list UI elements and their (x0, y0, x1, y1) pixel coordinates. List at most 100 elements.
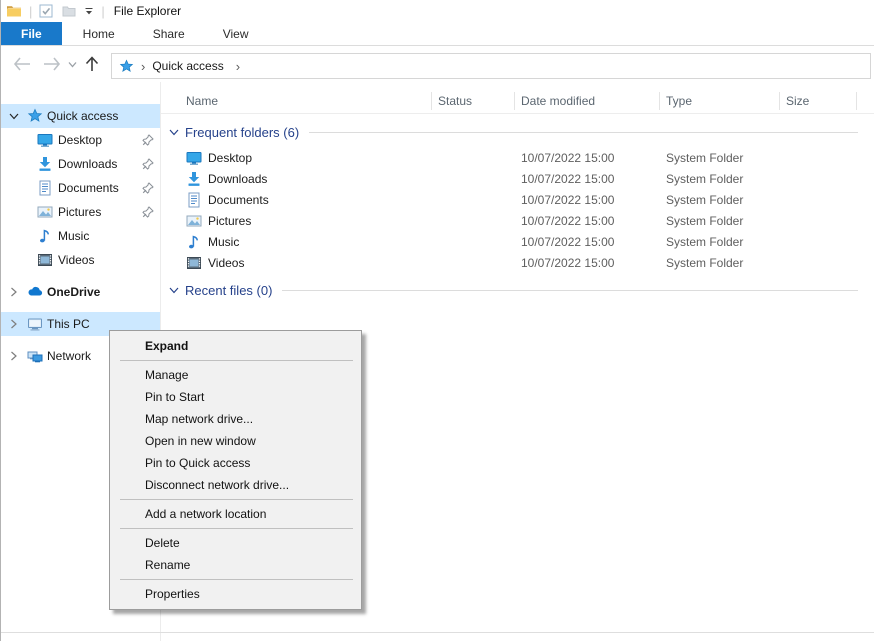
file-explorer-window: | | File Explorer File Home Share View (0, 0, 874, 641)
menu-item-pin-to-quick-access[interactable]: Pin to Quick access (110, 452, 361, 474)
videos-icon (186, 255, 202, 271)
tab-home[interactable]: Home (64, 22, 134, 45)
up-icon[interactable] (81, 46, 103, 82)
menu-item-pin-to-start[interactable]: Pin to Start (110, 386, 361, 408)
menu-item-manage[interactable]: Manage (110, 364, 361, 386)
sidebar-item-label: This PC (47, 317, 90, 331)
file-row-downloads[interactable]: Downloads 10/07/2022 15:00 System Folder (161, 169, 874, 190)
breadcrumb-chevron-icon[interactable]: › (141, 59, 145, 74)
menu-item-disconnect-network-drive[interactable]: Disconnect network drive... (110, 474, 361, 496)
chevron-right-icon[interactable] (7, 317, 21, 331)
column-resize-handle[interactable] (514, 92, 515, 110)
sidebar-item-label: Documents (58, 181, 119, 195)
titlebar-divider: | (101, 4, 104, 19)
sidebar-item-desktop[interactable]: Desktop (1, 128, 160, 152)
column-resize-handle[interactable] (856, 92, 857, 110)
window-title: File Explorer (114, 4, 181, 18)
sidebar-item-downloads[interactable]: Downloads (1, 152, 160, 176)
group-header-frequent-folders[interactable]: Frequent folders (6) (161, 122, 874, 142)
sidebar-item-music[interactable]: Music (1, 224, 160, 248)
sidebar-item-label: Downloads (58, 157, 117, 171)
column-header-size[interactable]: Size (786, 88, 809, 114)
statusbar-divider (1, 632, 874, 633)
downloads-icon (37, 156, 53, 172)
file-name: Documents (208, 190, 269, 211)
group-header-rule (309, 132, 858, 133)
sidebar-item-videos[interactable]: Videos (1, 248, 160, 272)
menu-item-open-in-new-window[interactable]: Open in new window (110, 430, 361, 452)
file-date-modified: 10/07/2022 15:00 (521, 253, 614, 274)
chevron-down-icon[interactable] (7, 109, 21, 123)
file-name: Downloads (208, 169, 267, 190)
onedrive-icon (27, 284, 43, 300)
recent-locations-chevron-icon[interactable] (65, 46, 79, 82)
ribbon-tab-bar: File Home Share View (1, 22, 874, 46)
documents-icon (186, 192, 202, 208)
tab-view[interactable]: View (204, 22, 268, 45)
music-icon (37, 228, 53, 244)
sidebar-item-pictures[interactable]: Pictures (1, 200, 160, 224)
forward-icon[interactable] (41, 46, 63, 82)
sidebar-item-quick-access[interactable]: Quick access (1, 104, 160, 128)
file-row-music[interactable]: Music 10/07/2022 15:00 System Folder (161, 232, 874, 253)
network-icon (27, 348, 43, 364)
toolbar-dropdown-icon[interactable] (84, 6, 94, 16)
file-row-desktop[interactable]: Desktop 10/07/2022 15:00 System Folder (161, 148, 874, 169)
group-header-recent-files[interactable]: Recent files (0) (161, 280, 874, 300)
column-header-status[interactable]: Status (438, 88, 472, 114)
file-type: System Folder (666, 211, 743, 232)
sidebar-spacer (1, 304, 160, 312)
tab-share[interactable]: Share (134, 22, 204, 45)
breadcrumb-location[interactable]: Quick access (152, 59, 223, 73)
file-date-modified: 10/07/2022 15:00 (521, 148, 614, 169)
menu-item-add-network-location[interactable]: Add a network location (110, 503, 361, 525)
sidebar-item-label: Pictures (58, 205, 101, 219)
chevron-right-icon[interactable] (7, 285, 21, 299)
desktop-icon (186, 150, 202, 166)
music-icon (186, 234, 202, 250)
menu-item-expand[interactable]: Expand (110, 335, 361, 357)
menu-item-properties[interactable]: Properties (110, 583, 361, 605)
menu-item-map-network-drive[interactable]: Map network drive... (110, 408, 361, 430)
menu-item-rename[interactable]: Rename (110, 554, 361, 576)
column-resize-handle[interactable] (779, 92, 780, 110)
file-row-videos[interactable]: Videos 10/07/2022 15:00 System Folder (161, 253, 874, 274)
file-date-modified: 10/07/2022 15:00 (521, 211, 614, 232)
context-menu: Expand Manage Pin to Start Map network d… (109, 330, 362, 610)
pin-icon (142, 134, 154, 146)
column-resize-handle[interactable] (659, 92, 660, 110)
back-icon[interactable] (11, 46, 33, 82)
file-row-documents[interactable]: Documents 10/07/2022 15:00 System Folder (161, 190, 874, 211)
column-header-type[interactable]: Type (666, 88, 692, 114)
documents-icon (37, 180, 53, 196)
pin-icon (142, 206, 154, 218)
breadcrumb-chevron-icon[interactable]: › (236, 59, 240, 74)
properties-icon[interactable] (39, 4, 53, 18)
title-bar: | | File Explorer (1, 0, 874, 22)
videos-icon (37, 252, 53, 268)
file-type: System Folder (666, 148, 743, 169)
file-type: System Folder (666, 232, 743, 253)
sidebar-item-documents[interactable]: Documents (1, 176, 160, 200)
pictures-icon (186, 213, 202, 229)
new-folder-icon[interactable] (62, 4, 76, 18)
file-type: System Folder (666, 190, 743, 211)
sidebar-item-onedrive[interactable]: OneDrive (1, 280, 160, 304)
pin-icon (142, 182, 154, 194)
chevron-down-icon[interactable] (169, 126, 181, 138)
sidebar-item-label: Network (47, 349, 91, 363)
menu-item-delete[interactable]: Delete (110, 532, 361, 554)
column-header-name[interactable]: Name (186, 88, 218, 114)
group-header-label: Recent files (0) (185, 283, 272, 298)
chevron-right-icon[interactable] (7, 349, 21, 363)
menu-separator (120, 360, 353, 361)
column-resize-handle[interactable] (431, 92, 432, 110)
titlebar-divider: | (29, 4, 32, 19)
chevron-down-icon[interactable] (169, 284, 181, 296)
quick-access-star-icon (27, 108, 43, 124)
pin-icon (142, 158, 154, 170)
address-box[interactable]: › Quick access › (111, 53, 871, 79)
column-header-date-modified[interactable]: Date modified (521, 88, 595, 114)
tab-file[interactable]: File (1, 22, 62, 45)
file-row-pictures[interactable]: Pictures 10/07/2022 15:00 System Folder (161, 211, 874, 232)
